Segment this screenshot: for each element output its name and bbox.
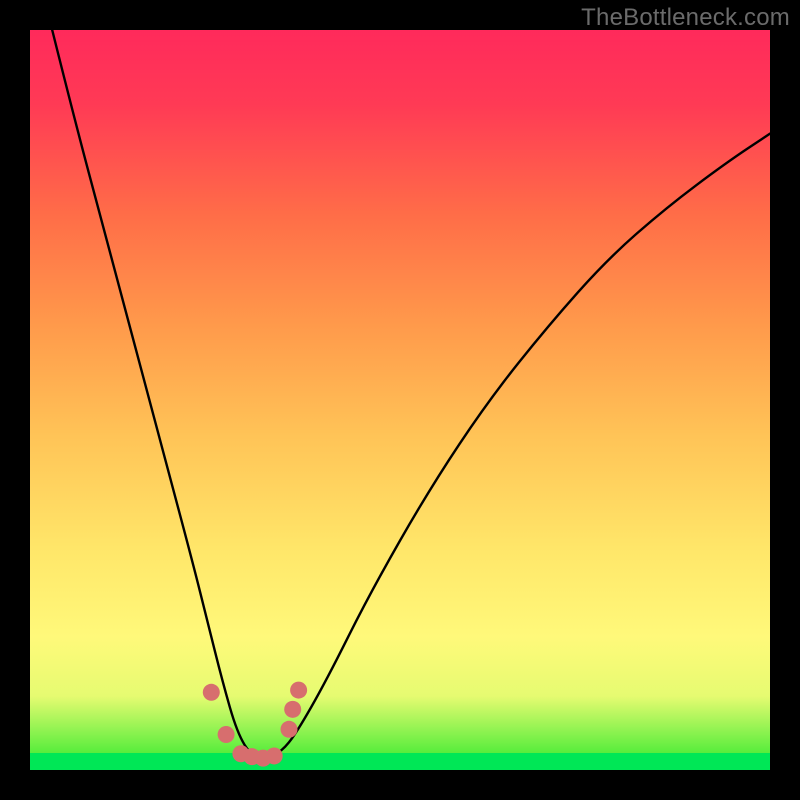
curve-layer	[30, 30, 770, 770]
plot-area	[30, 30, 770, 770]
bottleneck-curve	[52, 30, 770, 758]
marker-point	[284, 701, 301, 718]
marker-group	[203, 682, 307, 767]
marker-point	[203, 684, 220, 701]
marker-point	[218, 726, 235, 743]
watermark-text: TheBottleneck.com	[581, 4, 790, 32]
chart-frame: TheBottleneck.com	[0, 0, 800, 800]
marker-point	[290, 682, 307, 699]
marker-point	[281, 721, 298, 738]
marker-point	[266, 747, 283, 764]
